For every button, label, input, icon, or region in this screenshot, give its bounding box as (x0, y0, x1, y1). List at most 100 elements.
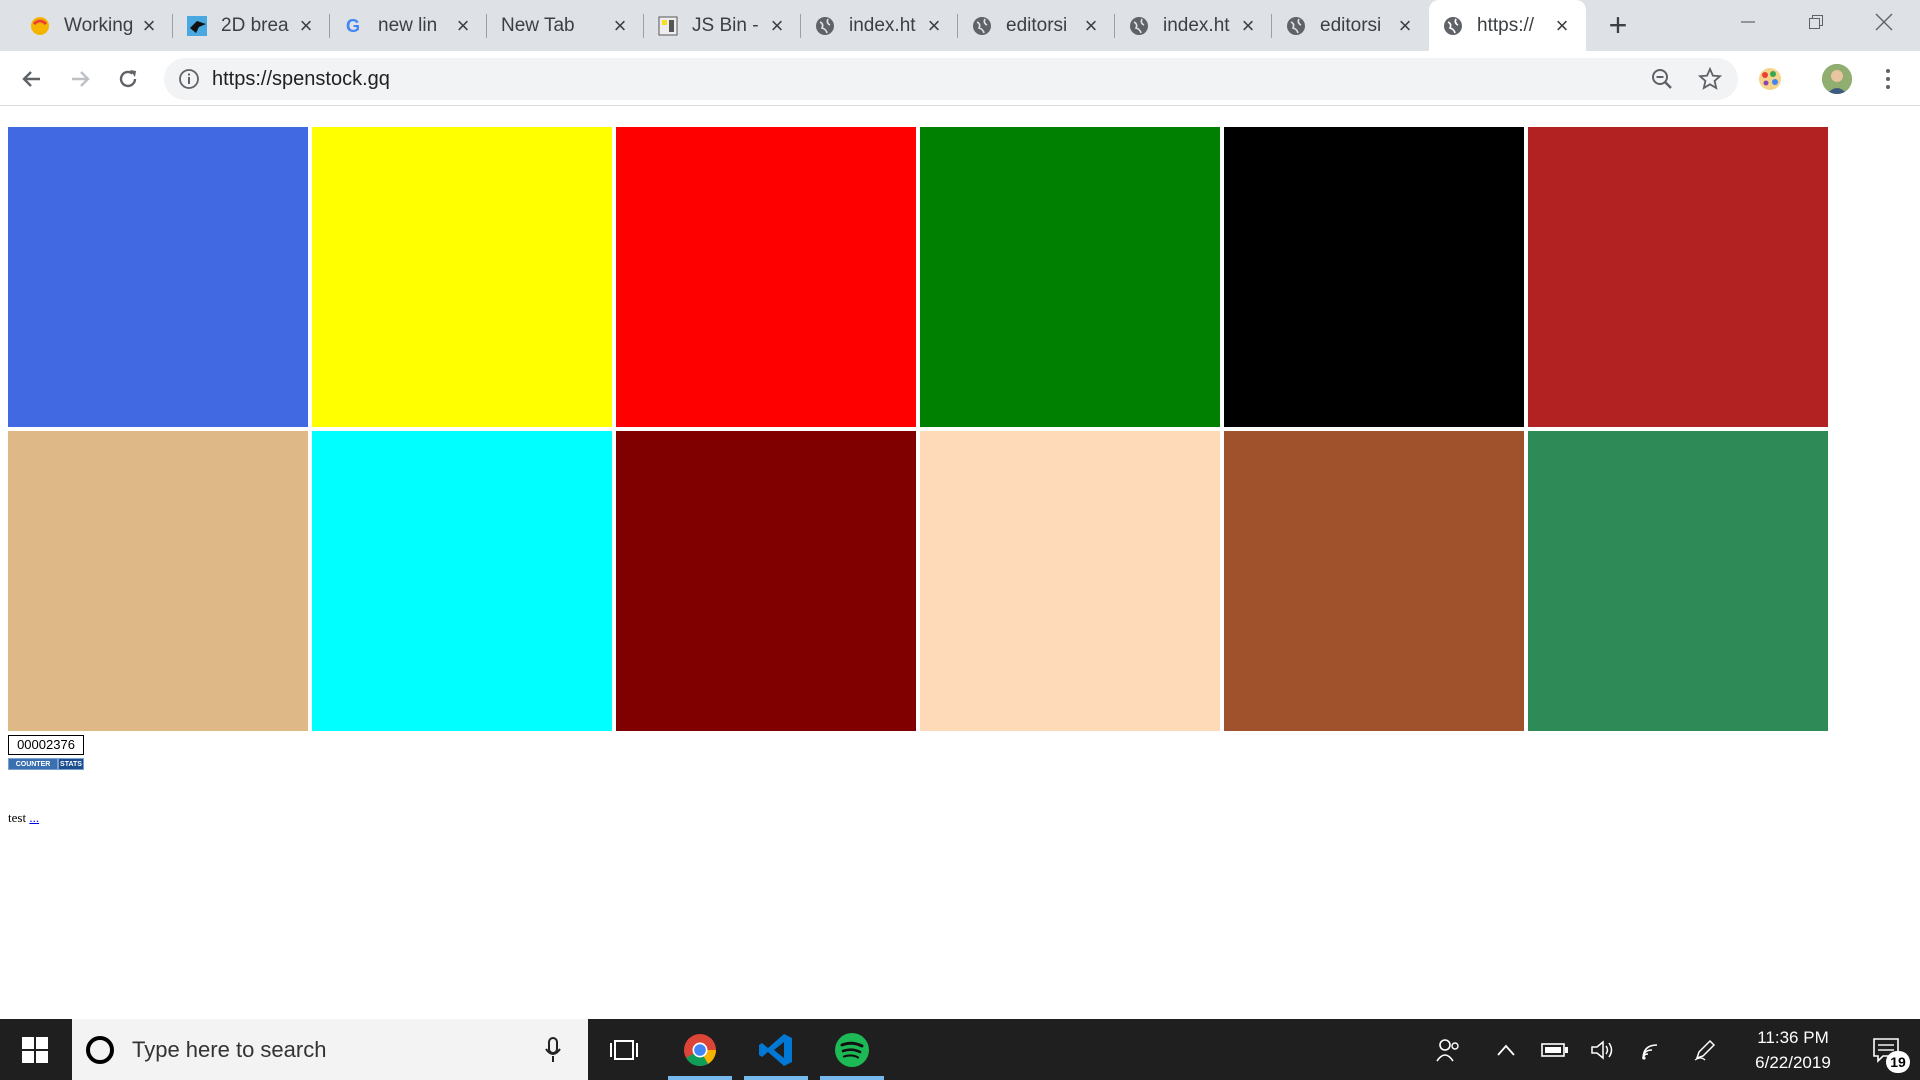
color-swatch[interactable] (920, 431, 1220, 731)
test-line: test ... (8, 810, 39, 826)
spotify-icon (835, 1032, 869, 1067)
volume-button[interactable] (1586, 1019, 1620, 1080)
minimize-button[interactable] (1714, 0, 1782, 44)
color-swatch[interactable] (920, 127, 1220, 427)
bookmark-star-icon[interactable] (1698, 67, 1722, 91)
chevron-up-icon (1497, 1044, 1515, 1056)
close-icon[interactable]: × (767, 14, 787, 36)
color-swatch[interactable] (8, 431, 308, 731)
pen-workspace-button[interactable] (1688, 1019, 1722, 1080)
pen-icon (1694, 1039, 1716, 1061)
globe-icon (1129, 16, 1149, 36)
color-swatch[interactable] (1224, 127, 1524, 427)
taskbar-spotify[interactable] (820, 1019, 884, 1080)
chrome-menu-button[interactable] (1878, 64, 1898, 94)
tab-js-bin[interactable]: JS Bin - × (644, 0, 801, 51)
visitor-counter[interactable]: 00002376 (8, 735, 84, 755)
clock-time: 11:36 PM (1757, 1027, 1829, 1047)
close-icon[interactable]: × (453, 14, 473, 36)
action-center-button[interactable]: 19 (1852, 1019, 1920, 1080)
close-icon[interactable]: × (139, 14, 159, 36)
tab-index-2[interactable]: index.ht × (1115, 0, 1272, 51)
profile-avatar[interactable] (1822, 64, 1852, 94)
people-button[interactable] (1432, 1019, 1464, 1080)
screen: Working × 2D brea × G new lin × New Tab … (0, 0, 1920, 1080)
reload-button[interactable] (110, 61, 146, 97)
new-tab-button[interactable]: + (1602, 9, 1634, 42)
browser-toolbar: https://spenstock.gq (0, 51, 1920, 106)
color-swatch[interactable] (1224, 431, 1524, 731)
close-icon[interactable]: × (1552, 14, 1572, 36)
network-button[interactable] (1636, 1019, 1670, 1080)
color-swatch[interactable] (616, 431, 916, 731)
address-bar[interactable]: https://spenstock.gq (164, 58, 1738, 100)
test-link[interactable]: ... (29, 810, 39, 825)
wifi-icon (1642, 1043, 1658, 1060)
stats-badge-label: STATS (58, 758, 84, 770)
color-swatch[interactable] (312, 127, 612, 427)
tab-new-tab[interactable]: New Tab × (487, 0, 644, 51)
arrow-right-icon (72, 71, 90, 87)
close-icon[interactable]: × (296, 14, 316, 36)
globe-icon (815, 16, 835, 36)
taskbar-vscode[interactable] (744, 1019, 808, 1080)
counter-stats-badge[interactable]: COUNTER STATS (8, 758, 84, 770)
zoom-out-icon[interactable] (1650, 67, 1674, 91)
reload-icon (119, 70, 137, 88)
arrow-left-icon (22, 71, 40, 87)
restore-button[interactable] (1782, 0, 1850, 44)
close-icon[interactable]: × (924, 14, 944, 36)
avatar-icon (1822, 64, 1852, 94)
task-view-button[interactable] (592, 1019, 656, 1080)
tab-title: https:// (1477, 14, 1535, 36)
running-indicator (744, 1076, 808, 1080)
tab-index-1[interactable]: index.ht × (801, 0, 958, 51)
svg-text:G: G (346, 16, 360, 36)
start-button[interactable] (0, 1019, 70, 1080)
battery-button[interactable] (1538, 1019, 1572, 1080)
show-hidden-icons-button[interactable] (1490, 1019, 1522, 1080)
close-window-icon (1875, 13, 1893, 31)
microphone-icon[interactable] (544, 1037, 562, 1063)
cortana-icon (86, 1036, 114, 1064)
taskbar-clock[interactable]: 11:36 PM 6/22/2019 (1746, 1019, 1840, 1080)
forward-button[interactable] (62, 61, 98, 97)
windows-taskbar: Type here to search 11:36 PM 6/22/2019 1… (0, 1019, 1920, 1080)
url-text[interactable]: https://spenstock.gq (212, 58, 390, 100)
tab-title: New Tab (501, 14, 575, 36)
running-indicator (668, 1076, 732, 1080)
notification-count-badge: 19 (1886, 1051, 1910, 1073)
close-window-button[interactable] (1850, 0, 1918, 44)
tab-editors-2[interactable]: editorsi × (1272, 0, 1429, 51)
battery-icon (1541, 1042, 1568, 1057)
color-swatch[interactable] (616, 127, 916, 427)
tab-new-line[interactable]: G new lin × (330, 0, 487, 51)
google-icon: G (344, 16, 364, 36)
test-text: test (8, 810, 27, 825)
running-indicator (820, 1076, 884, 1080)
extension-palette-icon[interactable] (1756, 65, 1784, 93)
tab-editors-1[interactable]: editorsi × (958, 0, 1115, 51)
info-icon[interactable] (178, 68, 200, 90)
taskbar-search-box[interactable]: Type here to search (72, 1019, 588, 1080)
globe-icon (1443, 16, 1463, 36)
minimize-icon (1741, 21, 1755, 23)
color-swatch[interactable] (8, 127, 308, 427)
back-button[interactable] (14, 61, 50, 97)
page-content: 00002376 COUNTER STATS test ... (0, 107, 1920, 1019)
color-swatch[interactable] (1528, 127, 1828, 427)
chrome-icon (684, 1033, 717, 1066)
close-icon[interactable]: × (1238, 14, 1258, 36)
close-icon[interactable]: × (1395, 14, 1415, 36)
tab-2d-break[interactable]: 2D brea × (173, 0, 330, 51)
color-swatch[interactable] (1528, 431, 1828, 731)
close-icon[interactable]: × (1081, 14, 1101, 36)
tab-working[interactable]: Working × (16, 0, 173, 51)
close-icon[interactable]: × (610, 14, 630, 36)
tab-active-spenstock[interactable]: https:// × (1429, 0, 1586, 51)
taskbar-chrome[interactable] (668, 1019, 732, 1080)
tab-title: 2D brea (221, 14, 289, 36)
tab-title: index.ht (849, 14, 916, 36)
jsbin-favicon-icon (658, 16, 678, 36)
color-swatch[interactable] (312, 431, 612, 731)
